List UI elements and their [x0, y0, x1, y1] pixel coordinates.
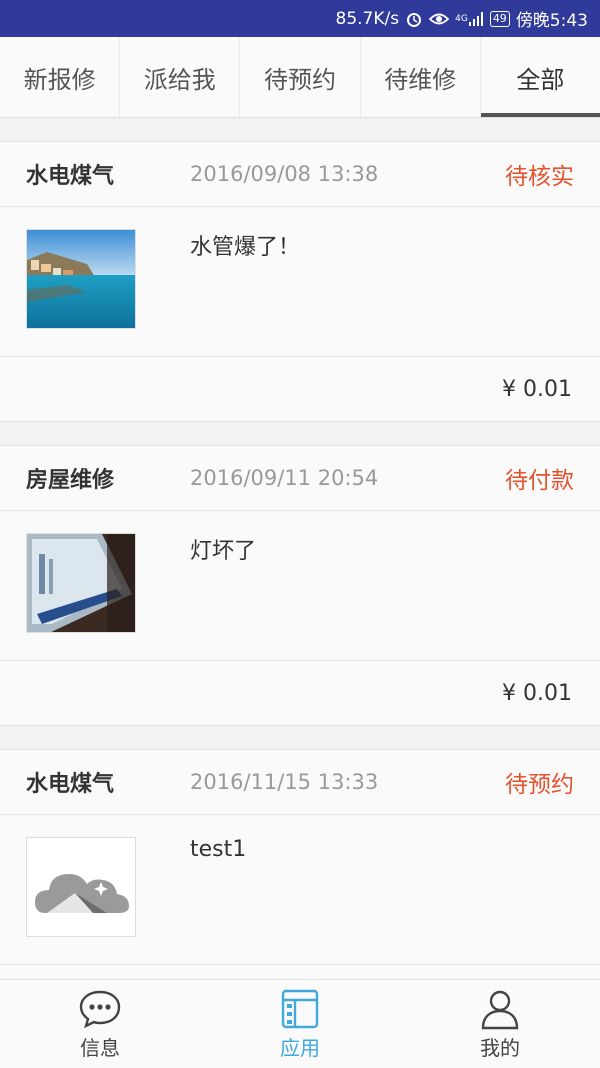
- nav-messages-label: 信息: [80, 1035, 120, 1060]
- order-category: 房屋维修: [26, 468, 115, 493]
- order-header: 房屋维修 2016/09/11 20:54 待付款: [0, 446, 600, 511]
- order-category: 水电煤气: [26, 164, 115, 189]
- clock: 傍晚5:43: [515, 11, 588, 31]
- order-description: 灯坏了: [190, 539, 257, 564]
- chat-icon: [79, 990, 121, 1028]
- order-status: 待核实: [505, 164, 574, 190]
- order-time: 2016/09/11 20:54: [190, 466, 379, 490]
- filter-tabs: 新报修 派给我 待预约 待维修 全部: [0, 37, 600, 118]
- order-time: 2016/11/15 13:33: [190, 770, 379, 794]
- order-thumbnail[interactable]: [26, 229, 136, 329]
- order-header: 水电煤气 2016/11/15 13:33 待预约: [0, 750, 600, 815]
- tab-all[interactable]: 全部: [480, 37, 600, 117]
- order-price: ¥ 0.01: [502, 376, 572, 402]
- signal-icon: 4G: [455, 11, 484, 26]
- app-icon: [281, 989, 319, 1028]
- eye-icon: [429, 12, 450, 26]
- image-placeholder-icon: [35, 874, 129, 913]
- signal-type: 4G: [455, 13, 468, 24]
- order-list: 水电煤气 2016/09/08 13:38 待核实 水管爆了！ ¥ 0.01 房…: [0, 118, 600, 1030]
- tab-assigned[interactable]: 派给我: [120, 37, 241, 117]
- nav-apps[interactable]: 应用: [200, 980, 400, 1068]
- nav-messages[interactable]: 信息: [0, 980, 200, 1068]
- order-thumbnail[interactable]: [26, 837, 136, 937]
- order-footer: ¥ 0.01: [0, 357, 600, 421]
- order-card[interactable]: 水电煤气 2016/09/08 13:38 待核实 水管爆了！ ¥ 0.01: [0, 141, 600, 422]
- order-body: test1: [0, 815, 600, 965]
- order-status: 待付款: [505, 468, 574, 494]
- order-time: 2016/09/08 13:38: [190, 162, 379, 186]
- order-body: 灯坏了: [0, 511, 600, 661]
- order-body: 水管爆了！: [0, 207, 600, 357]
- alarm-icon: [405, 10, 423, 28]
- bottom-nav: 信息 应用 我的: [0, 979, 600, 1068]
- order-header: 水电煤气 2016/09/08 13:38 待核实: [0, 142, 600, 207]
- nav-apps-label: 应用: [280, 1035, 320, 1060]
- nav-profile[interactable]: 我的: [400, 980, 600, 1068]
- tab-pending-appointment[interactable]: 待预约: [240, 37, 361, 117]
- order-card[interactable]: 房屋维修 2016/09/11 20:54 待付款 灯坏了 ¥ 0.01: [0, 445, 600, 726]
- user-icon: [481, 990, 519, 1029]
- battery-icon: 49: [489, 10, 510, 27]
- nav-profile-label: 我的: [480, 1035, 520, 1060]
- tab-new[interactable]: 新报修: [0, 37, 121, 117]
- tab-pending-repair[interactable]: 待维修: [361, 37, 481, 117]
- order-description: 水管爆了！: [190, 235, 301, 260]
- order-thumbnail[interactable]: [26, 533, 136, 633]
- order-description: test1: [190, 837, 247, 862]
- order-status: 待预约: [505, 772, 574, 798]
- order-category: 水电煤气: [26, 772, 115, 797]
- status-bar: 85.7K/s 4G 49 傍晚5:43: [0, 0, 600, 37]
- order-footer: ¥ 0.01: [0, 661, 600, 725]
- network-speed: 85.7K/s: [335, 8, 400, 29]
- order-price: ¥ 0.01: [502, 680, 572, 706]
